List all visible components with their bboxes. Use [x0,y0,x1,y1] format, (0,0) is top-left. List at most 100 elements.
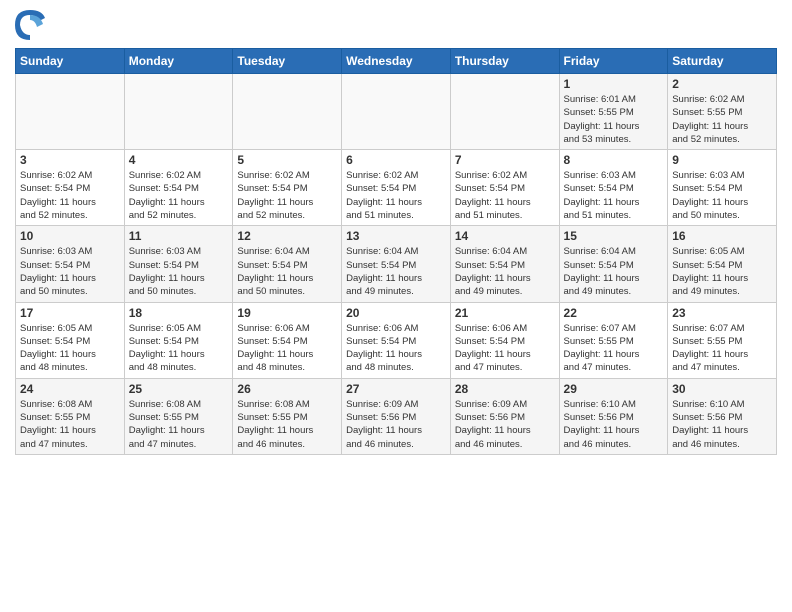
calendar-cell: 12 Sunrise: 6:04 AM Sunset: 5:54 PM Dayli… [233,226,342,302]
calendar-table: SundayMondayTuesdayWednesdayThursdayFrid… [15,48,777,455]
day-info: Sunrise: 6:02 AM Sunset: 5:54 PM Dayligh… [455,169,555,222]
calendar-cell: 25 Sunrise: 6:08 AM Sunset: 5:55 PM Dayli… [124,378,233,454]
day-number: 16 [672,229,772,243]
calendar-cell: 22 Sunrise: 6:07 AM Sunset: 5:55 PM Dayli… [559,302,668,378]
day-info: Sunrise: 6:08 AM Sunset: 5:55 PM Dayligh… [129,398,229,451]
day-number: 8 [564,153,664,167]
day-info: Sunrise: 6:04 AM Sunset: 5:54 PM Dayligh… [237,245,337,298]
day-number: 22 [564,306,664,320]
calendar-cell: 29 Sunrise: 6:10 AM Sunset: 5:56 PM Dayli… [559,378,668,454]
day-number: 9 [672,153,772,167]
day-info: Sunrise: 6:02 AM Sunset: 5:54 PM Dayligh… [129,169,229,222]
day-info: Sunrise: 6:04 AM Sunset: 5:54 PM Dayligh… [564,245,664,298]
calendar-cell: 21Sunrise: 6:06 AM Sunset: 5:54 PM Dayli… [450,302,559,378]
day-number: 28 [455,382,555,396]
day-info: Sunrise: 6:08 AM Sunset: 5:55 PM Dayligh… [237,398,337,451]
calendar-cell: 1Sunrise: 6:01 AM Sunset: 5:55 PM Daylig… [559,74,668,150]
day-number: 11 [129,229,229,243]
week-row-5: 24 Sunrise: 6:08 AM Sunset: 5:55 PM Dayli… [16,378,777,454]
day-info: Sunrise: 6:09 AM Sunset: 5:56 PM Dayligh… [455,398,555,451]
calendar-cell: 17 Sunrise: 6:05 AM Sunset: 5:54 PM Dayli… [16,302,125,378]
calendar-page: SundayMondayTuesdayWednesdayThursdayFrid… [0,0,792,470]
calendar-cell: 13 Sunrise: 6:04 AM Sunset: 5:54 PM Dayli… [342,226,451,302]
calendar-cell: 19 Sunrise: 6:06 AM Sunset: 5:54 PM Dayli… [233,302,342,378]
day-number: 25 [129,382,229,396]
calendar-cell: 26 Sunrise: 6:08 AM Sunset: 5:55 PM Dayli… [233,378,342,454]
calendar-cell: 18 Sunrise: 6:05 AM Sunset: 5:54 PM Dayli… [124,302,233,378]
calendar-cell: 10 Sunrise: 6:03 AM Sunset: 5:54 PM Dayli… [16,226,125,302]
day-number: 10 [20,229,120,243]
day-number: 5 [237,153,337,167]
logo-icon [15,10,45,40]
calendar-cell: 15 Sunrise: 6:04 AM Sunset: 5:54 PM Dayli… [559,226,668,302]
day-info: Sunrise: 6:02 AM Sunset: 5:55 PM Dayligh… [672,93,772,146]
day-info: Sunrise: 6:07 AM Sunset: 5:55 PM Dayligh… [564,322,664,375]
calendar-cell: 5 Sunrise: 6:02 AM Sunset: 5:54 PM Daylig… [233,150,342,226]
day-number: 12 [237,229,337,243]
calendar-cell [16,74,125,150]
calendar-cell: 28 Sunrise: 6:09 AM Sunset: 5:56 PM Dayli… [450,378,559,454]
logo [15,10,49,40]
calendar-cell [342,74,451,150]
header [15,10,777,40]
day-number: 26 [237,382,337,396]
day-info: Sunrise: 6:10 AM Sunset: 5:56 PM Dayligh… [564,398,664,451]
weekday-header-saturday: Saturday [668,49,777,74]
calendar-cell: 11 Sunrise: 6:03 AM Sunset: 5:54 PM Dayli… [124,226,233,302]
day-info: Sunrise: 6:03 AM Sunset: 5:54 PM Dayligh… [129,245,229,298]
day-number: 19 [237,306,337,320]
calendar-cell: 2 Sunrise: 6:02 AM Sunset: 5:55 PM Daylig… [668,74,777,150]
day-info: Sunrise: 6:01 AM Sunset: 5:55 PM Dayligh… [564,93,664,146]
calendar-cell: 23 Sunrise: 6:07 AM Sunset: 5:55 PM Dayli… [668,302,777,378]
weekday-header-tuesday: Tuesday [233,49,342,74]
calendar-cell: 6 Sunrise: 6:02 AM Sunset: 5:54 PM Daylig… [342,150,451,226]
day-info: Sunrise: 6:02 AM Sunset: 5:54 PM Dayligh… [237,169,337,222]
day-info: Sunrise: 6:03 AM Sunset: 5:54 PM Dayligh… [20,245,120,298]
day-number: 18 [129,306,229,320]
weekday-header-row: SundayMondayTuesdayWednesdayThursdayFrid… [16,49,777,74]
day-info: Sunrise: 6:03 AM Sunset: 5:54 PM Dayligh… [564,169,664,222]
day-number: 4 [129,153,229,167]
day-number: 14 [455,229,555,243]
day-number: 15 [564,229,664,243]
day-info: Sunrise: 6:07 AM Sunset: 5:55 PM Dayligh… [672,322,772,375]
day-info: Sunrise: 6:06 AM Sunset: 5:54 PM Dayligh… [237,322,337,375]
day-number: 23 [672,306,772,320]
day-number: 17 [20,306,120,320]
day-number: 13 [346,229,446,243]
weekday-header-sunday: Sunday [16,49,125,74]
calendar-cell: 9 Sunrise: 6:03 AM Sunset: 5:54 PM Daylig… [668,150,777,226]
calendar-cell: 7Sunrise: 6:02 AM Sunset: 5:54 PM Daylig… [450,150,559,226]
day-info: Sunrise: 6:02 AM Sunset: 5:54 PM Dayligh… [346,169,446,222]
day-info: Sunrise: 6:06 AM Sunset: 5:54 PM Dayligh… [455,322,555,375]
calendar-cell: 27 Sunrise: 6:09 AM Sunset: 5:56 PM Dayli… [342,378,451,454]
calendar-cell [450,74,559,150]
day-info: Sunrise: 6:04 AM Sunset: 5:54 PM Dayligh… [346,245,446,298]
day-number: 27 [346,382,446,396]
day-info: Sunrise: 6:05 AM Sunset: 5:54 PM Dayligh… [20,322,120,375]
day-number: 6 [346,153,446,167]
day-number: 29 [564,382,664,396]
weekday-header-friday: Friday [559,49,668,74]
day-number: 24 [20,382,120,396]
calendar-cell [124,74,233,150]
calendar-cell: 16 Sunrise: 6:05 AM Sunset: 5:54 PM Dayli… [668,226,777,302]
calendar-cell: 3Sunrise: 6:02 AM Sunset: 5:54 PM Daylig… [16,150,125,226]
day-number: 30 [672,382,772,396]
calendar-cell: 20Sunrise: 6:06 AM Sunset: 5:54 PM Dayli… [342,302,451,378]
calendar-cell [233,74,342,150]
day-number: 2 [672,77,772,91]
day-info: Sunrise: 6:03 AM Sunset: 5:54 PM Dayligh… [672,169,772,222]
day-info: Sunrise: 6:05 AM Sunset: 5:54 PM Dayligh… [129,322,229,375]
day-info: Sunrise: 6:10 AM Sunset: 5:56 PM Dayligh… [672,398,772,451]
week-row-2: 3Sunrise: 6:02 AM Sunset: 5:54 PM Daylig… [16,150,777,226]
day-info: Sunrise: 6:09 AM Sunset: 5:56 PM Dayligh… [346,398,446,451]
week-row-4: 17 Sunrise: 6:05 AM Sunset: 5:54 PM Dayli… [16,302,777,378]
weekday-header-thursday: Thursday [450,49,559,74]
day-info: Sunrise: 6:08 AM Sunset: 5:55 PM Dayligh… [20,398,120,451]
calendar-cell: 24 Sunrise: 6:08 AM Sunset: 5:55 PM Dayli… [16,378,125,454]
day-info: Sunrise: 6:02 AM Sunset: 5:54 PM Dayligh… [20,169,120,222]
day-info: Sunrise: 6:05 AM Sunset: 5:54 PM Dayligh… [672,245,772,298]
calendar-cell: 8 Sunrise: 6:03 AM Sunset: 5:54 PM Daylig… [559,150,668,226]
weekday-header-wednesday: Wednesday [342,49,451,74]
